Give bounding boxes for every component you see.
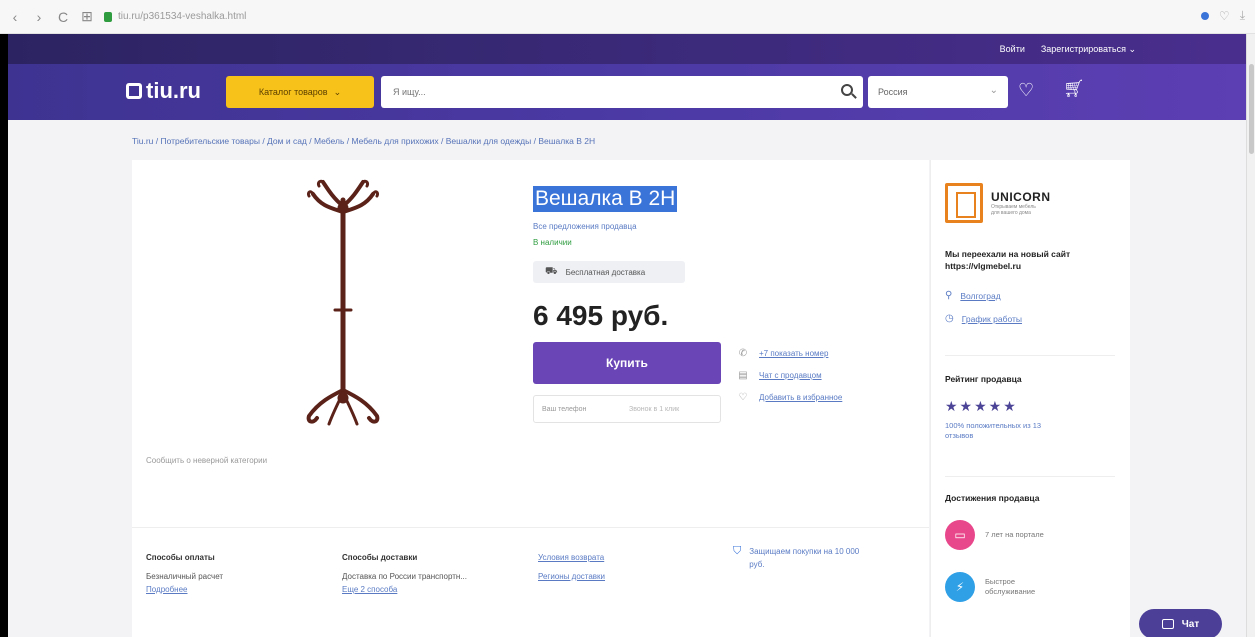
product-price: 6 495 руб. <box>533 300 669 331</box>
browser-extensions: ♡ ⤓ <box>1200 8 1245 23</box>
apps-icon[interactable]: ⊞ <box>78 8 96 26</box>
payment-more-link[interactable]: Подробнее <box>146 583 223 596</box>
seller-city[interactable]: Волгоград <box>960 291 1000 301</box>
delivery-more-link[interactable]: Еще 2 способа <box>342 583 467 596</box>
rating-title: Рейтинг продавца <box>945 374 1022 384</box>
clock-icon: ◷ <box>945 313 954 324</box>
protection-info: ⛉ Защищаем покупки на 10 000 руб. <box>733 545 869 571</box>
all-offers-link[interactable]: Все предложения продавца <box>533 222 637 231</box>
divider <box>945 355 1115 356</box>
breadcrumb[interactable]: Tiu.ru / Потребительские товары / Дом и … <box>132 136 595 146</box>
divider <box>945 476 1115 477</box>
search-icon[interactable] <box>841 84 853 96</box>
contact-favorite[interactable]: ♡ Добавить в избранное <box>737 386 843 408</box>
search-box <box>381 76 863 108</box>
login-link[interactable]: Войти <box>1000 44 1025 54</box>
logo-text: tiu.ru <box>146 78 201 103</box>
calendar-icon: ▭ <box>945 520 975 550</box>
return-info: Условия возврата Регионы доставки <box>538 551 605 583</box>
truck-icon: ⛟ <box>545 265 558 277</box>
contact-chat[interactable]: ▤ Чат с продавцом <box>737 364 842 386</box>
seller-schedule-link[interactable]: ◷ График работы <box>945 313 1022 324</box>
seller-note: Мы переехали на новый сайт https://vlgme… <box>945 249 1071 271</box>
catalog-button[interactable]: Каталог товаров ⌄ <box>226 76 374 108</box>
free-delivery-label: Бесплатная доставка <box>565 267 646 277</box>
delivery-title: Способы доставки <box>342 553 418 562</box>
rating-reviews-link[interactable]: 100% положительных из 13 отзывов <box>945 421 1045 441</box>
url-text[interactable]: tiu.ru/p361534-veshalka.html <box>118 11 246 22</box>
site-logo[interactable]: tiu.ru <box>126 78 201 104</box>
seller-logo[interactable]: UNICORN Открываем мебель для вашего дома <box>945 182 1070 224</box>
chat-button[interactable]: Чат <box>1139 609 1222 637</box>
show-phone-link[interactable]: +7 показать номер <box>759 349 828 358</box>
logo-icon <box>126 83 142 99</box>
download-icon[interactable]: ⤓ <box>1240 8 1245 23</box>
chat-seller-link[interactable]: Чат с продавцом <box>759 371 822 380</box>
cart-icon[interactable]: 🛒︎ <box>1063 79 1085 99</box>
bookmark-icon[interactable]: ♡ <box>1219 9 1230 23</box>
extension-icon[interactable] <box>1200 11 1209 20</box>
divider <box>132 527 929 528</box>
phone-callback: Ваш телефон Звонок в 1 клик <box>533 395 721 423</box>
region-label: Россия <box>878 87 908 97</box>
register-link[interactable]: Зарегистрироваться ⌄ <box>1041 44 1136 55</box>
browser-toolbar: ‹ › C ⊞ tiu.ru/p361534-veshalka.html ♡ ⤓ <box>0 0 1255 34</box>
rating-stars: ★★★★★ <box>945 398 1018 414</box>
buy-button[interactable]: Купить <box>533 342 721 384</box>
chat-icon: ▤ <box>738 369 748 381</box>
phone-icon: ✆ <box>738 347 748 359</box>
search-input[interactable] <box>381 76 821 108</box>
free-delivery-badge: ⛟ Бесплатная доставка <box>533 261 685 283</box>
address-bar[interactable]: tiu.ru/p361534-veshalka.html <box>104 7 246 27</box>
seller-name: UNICORN <box>991 190 1051 204</box>
report-category-link[interactable]: Сообщить о неверной категории <box>146 456 267 465</box>
delivery-info: Способы доставки Доставка по России тран… <box>342 551 467 596</box>
contact-show-phone[interactable]: ✆ +7 показать номер <box>737 342 842 364</box>
chat-icon <box>1161 619 1174 629</box>
phone-input[interactable]: Ваш телефон <box>534 406 629 413</box>
forward-icon[interactable]: › <box>30 8 48 26</box>
achievement-fast-service: ⚡︎ Быстрое обслуживание <box>945 572 1045 602</box>
product-image[interactable] <box>283 178 403 430</box>
heart-icon: ♡ <box>738 391 748 403</box>
product-title: Вешалка В 2Н <box>533 186 678 212</box>
scrollbar[interactable] <box>1246 34 1255 637</box>
topline: Войти Зарегистрироваться ⌄ <box>8 34 1246 64</box>
favorites-icon[interactable]: ♡ <box>1018 80 1034 101</box>
shield-icon: ⛉ <box>733 545 742 557</box>
reload-icon[interactable]: C <box>54 8 72 26</box>
seller-tagline: Открываем мебель для вашего дома <box>991 204 1036 216</box>
achievement-years-text: 7 лет на портале <box>985 530 1044 539</box>
chat-label: Чат <box>1181 618 1200 630</box>
catalog-label: Каталог товаров <box>258 87 328 97</box>
chevron-down-icon: ⌄ <box>333 86 342 97</box>
seller-schedule[interactable]: График работы <box>962 314 1022 324</box>
payment-text: Безналичный расчет <box>146 572 224 581</box>
window-frame <box>0 34 8 637</box>
achievement-years: ▭ 7 лет на портале <box>945 520 1045 550</box>
delivery-text: Доставка по России транспортн... <box>342 572 467 581</box>
seller-city-link[interactable]: ⚲ Волгоград <box>945 290 1001 301</box>
lock-icon <box>104 11 112 22</box>
payment-info: Способы оплаты Безналичный расчет Подроб… <box>146 551 223 596</box>
unicorn-logo-icon <box>945 183 983 223</box>
callback-button[interactable]: Звонок в 1 клик <box>629 406 679 413</box>
region-select[interactable]: Россия ⌄ <box>868 76 1008 108</box>
add-favorite-link[interactable]: Добавить в избранное <box>759 393 842 402</box>
availability-status: В наличии <box>533 238 572 247</box>
location-icon: ⚲ <box>945 290 953 301</box>
scrollbar-thumb[interactable] <box>1249 64 1254 154</box>
chevron-down-icon: ⌄ <box>989 85 998 96</box>
achievement-fast-text: Быстрое обслуживание <box>985 577 1036 596</box>
achievements-title: Достижения продавца <box>945 493 1040 503</box>
contact-list: ✆ +7 показать номер ▤ Чат с продавцом ♡ … <box>737 342 842 408</box>
protection-link[interactable]: Защищаем покупки на 10 000 руб. <box>749 545 869 571</box>
site-header: tiu.ru Каталог товаров ⌄ Россия ⌄ ♡ 🛒︎ <box>8 64 1246 120</box>
return-terms-link[interactable]: Условия возврата <box>538 551 605 564</box>
lightning-icon: ⚡︎ <box>945 572 975 602</box>
payment-title: Способы оплаты <box>146 553 215 562</box>
back-icon[interactable]: ‹ <box>6 8 24 26</box>
delivery-regions-link[interactable]: Регионы доставки <box>538 570 605 583</box>
